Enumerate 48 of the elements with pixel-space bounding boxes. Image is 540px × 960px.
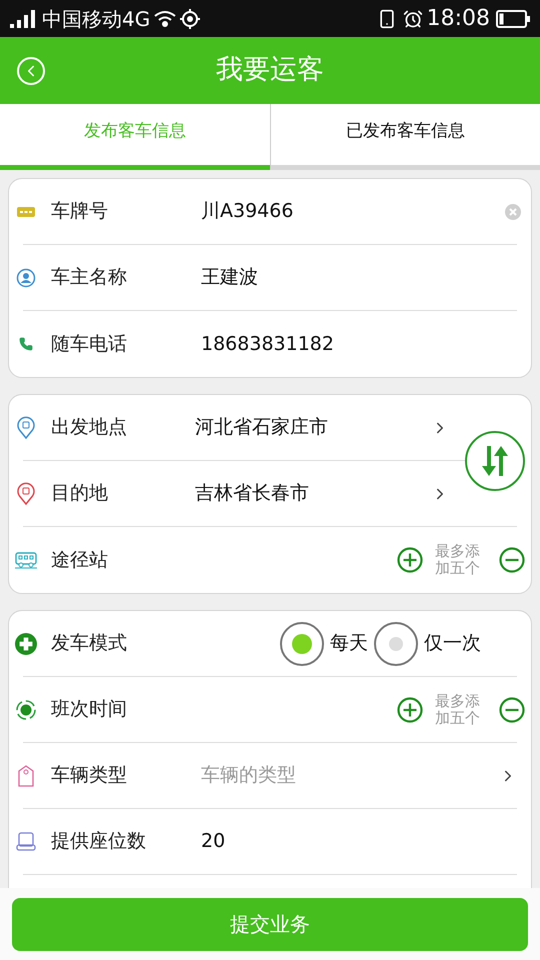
radio-label: 仅一次 <box>424 631 481 656</box>
back-button[interactable] <box>17 56 45 84</box>
field-label: 车辆类型 <box>51 763 128 788</box>
radio-button[interactable] <box>280 622 324 666</box>
battery-icon <box>496 10 530 28</box>
field-label: 提供座位数 <box>51 829 147 854</box>
header-title: 我要运客 <box>216 53 324 88</box>
phone-icon <box>19 337 33 351</box>
field-label: 车主名称 <box>51 265 128 290</box>
wifi-icon <box>154 10 176 28</box>
add-button[interactable] <box>397 547 423 573</box>
map-pin-icon <box>16 416 36 440</box>
signal-icon <box>10 10 36 28</box>
clock-text: 18:08 <box>426 5 490 33</box>
radio-label: 每天 <box>330 631 368 656</box>
field-label: 随车电话 <box>51 332 128 357</box>
hint-text: 最多添加五个 <box>435 543 481 577</box>
person-icon <box>16 268 36 288</box>
input-field[interactable]: 18683831182 <box>201 330 517 358</box>
field-label: 班次时间 <box>51 697 128 722</box>
field-label: 发车模式 <box>51 631 128 656</box>
tab[interactable]: 已发布客车信息 <box>270 104 540 170</box>
seat-icon <box>16 832 36 852</box>
input-field[interactable]: 20 <box>201 827 517 856</box>
field-label: 车牌号 <box>51 199 109 224</box>
carrier-text: 中国移动4G <box>42 6 150 32</box>
radio-button[interactable] <box>374 622 418 666</box>
tag-icon <box>18 764 34 786</box>
field-label: 途径站 <box>51 548 109 573</box>
bus-icon <box>15 551 37 569</box>
remove-button[interactable] <box>499 547 525 573</box>
swap-arrows-icon <box>480 444 510 478</box>
input-field[interactable]: 王建波 <box>201 263 517 292</box>
location-icon <box>180 8 200 28</box>
remove-button[interactable] <box>499 696 525 722</box>
add-button[interactable] <box>397 696 423 722</box>
input-field[interactable]: 川A39466 <box>201 197 505 226</box>
field-label: 目的地 <box>51 481 109 506</box>
plate-icon <box>17 206 35 216</box>
target-icon <box>15 698 37 720</box>
select-placeholder: 车辆的类型 <box>201 763 296 788</box>
select-value: 河北省石家庄市 <box>195 415 328 440</box>
map-pin-icon <box>16 482 36 506</box>
field-label: 出发地点 <box>51 415 128 440</box>
plus-circle-icon <box>15 632 37 656</box>
select-value: 吉林省长春市 <box>195 481 309 506</box>
hint-text: 最多添加五个 <box>435 692 481 726</box>
alarm-icon <box>402 8 423 28</box>
